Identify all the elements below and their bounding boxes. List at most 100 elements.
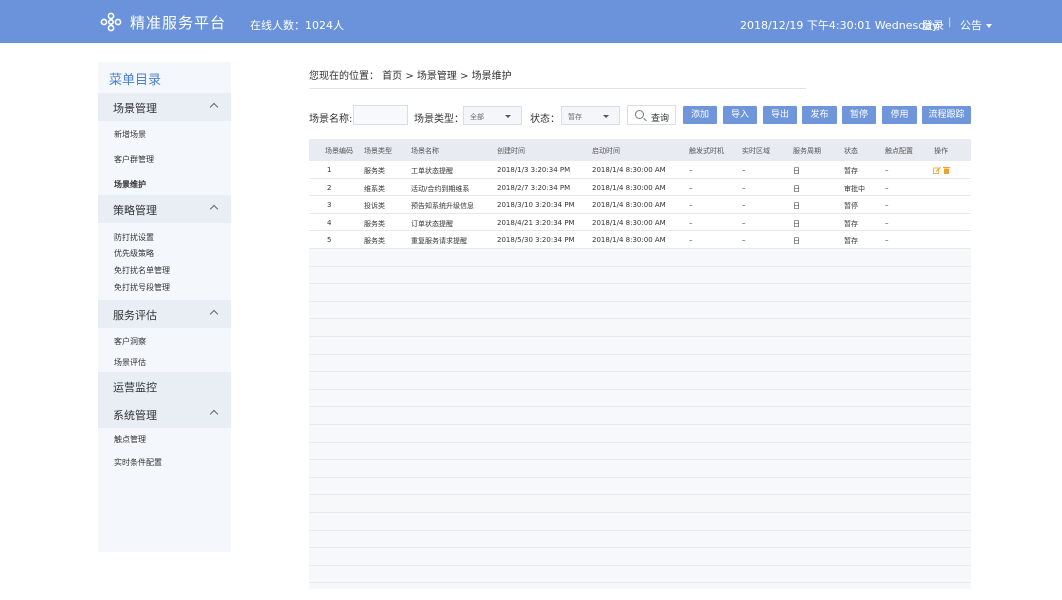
table-cell: 服务类 (364, 167, 385, 175)
table-cell: – (885, 236, 889, 245)
table-cell: 4 (327, 218, 332, 227)
chevron-up-icon[interactable] (209, 309, 219, 319)
sidebar-group-evaluation[interactable]: 服务评估 (98, 300, 231, 328)
sidebar-item-scene-maintain[interactable]: 场景维护 (114, 179, 146, 190)
sidebar-item-customer-group[interactable]: 客户群管理 (114, 154, 154, 165)
table-row[interactable]: 3 投诉类 预告知系统升级信息 2018/3/10 3:20:34 PM 2018/1/… (309, 196, 971, 214)
table-row (309, 390, 971, 408)
table-cell: 2018/1/4 8:30:00 AM (592, 183, 666, 192)
chevron-up-icon[interactable] (209, 409, 219, 419)
pause-button[interactable]: 暂停 (842, 106, 876, 124)
sidebar-item-dnd-range[interactable]: 免打扰号段管理 (114, 282, 170, 293)
status-value: 暂存 (568, 113, 582, 121)
import-button[interactable]: 导入 (723, 106, 757, 124)
sidebar-group-label: 策略管理 (113, 204, 157, 217)
table-cell: 活动/合约到期维系 (411, 184, 470, 193)
table-cell: 日 (793, 237, 800, 246)
scene-type-select[interactable]: 全部 (463, 106, 522, 125)
sidebar-menu: 菜单目录 场景管理 新增场景 客户群管理 场景维护 策略管理 防打扰设置 优先级… (98, 62, 231, 552)
table-row[interactable]: 2 维系类 活动/合约到期维系 2018/2/7 3:20:34 PM 2018/1/4… (309, 178, 971, 197)
table-cell: 2018/2/7 3:20:34 PM (497, 183, 571, 192)
table-cell: 暂停 (844, 202, 858, 211)
table-cell: 2 (327, 183, 332, 192)
export-button[interactable]: 导出 (763, 106, 797, 124)
notice-label: 公告 (960, 19, 982, 32)
app-title: 精准服务平台 (130, 14, 227, 32)
dropdown-arrow-icon (505, 115, 511, 118)
sidebar-item-anti-disturb[interactable]: 防打扰设置 (114, 232, 154, 243)
search-icon (635, 110, 644, 119)
delete-icon[interactable] (943, 166, 950, 174)
column-header: 场景类型 (364, 147, 392, 155)
sidebar-group-strategy[interactable]: 策略管理 (98, 195, 231, 223)
table-cell: 审批中 (844, 184, 865, 193)
chevron-up-icon[interactable] (209, 204, 219, 214)
sidebar-item-priority[interactable]: 优先级策略 (114, 248, 154, 259)
top-header: 精准服务平台 在线人数：1024人 2018/12/19 下午4:30:01 W… (0, 0, 1062, 43)
table-cell: 服务类 (364, 219, 385, 228)
sidebar-item-new-scene[interactable]: 新增场景 (114, 129, 146, 140)
sidebar-group-label: 场景管理 (113, 102, 157, 115)
table-row (309, 460, 971, 478)
flow-trace-button[interactable]: 流程跟踪 (922, 106, 971, 124)
sidebar-group-scene[interactable]: 场景管理 (98, 93, 231, 121)
table-cell: 维系类 (364, 184, 385, 193)
notice-dropdown[interactable]: 公告 (960, 17, 992, 33)
table-cell: 投诉类 (364, 202, 385, 211)
table-row (309, 337, 971, 355)
column-header: 创建时间 (497, 147, 525, 155)
table-cell: 5 (327, 236, 332, 245)
table-cell: 日 (793, 202, 800, 211)
column-header: 场景编码 (325, 147, 353, 155)
table-cell: 重复服务请求提醒 (411, 237, 467, 246)
table-cell: 3 (327, 201, 332, 210)
table-cell: 2018/1/4 8:30:00 AM (592, 201, 666, 210)
edit-icon[interactable] (933, 167, 941, 174)
table-cell: – (742, 218, 746, 227)
table-cell: – (689, 218, 693, 227)
table-row[interactable]: 5 服务类 重复服务请求提醒 2018/5/30 3:20:34 PM 2018/1/4… (309, 231, 971, 249)
table-cell: 2018/1/4 8:30:00 AM (592, 236, 666, 245)
query-button[interactable]: 查询 (627, 105, 676, 125)
table-row (309, 566, 971, 584)
login-link[interactable]: 登录 (922, 17, 944, 33)
scene-name-input[interactable] (353, 105, 408, 125)
disable-button[interactable]: 停用 (882, 106, 917, 124)
sidebar-item-insight[interactable]: 客户洞察 (114, 336, 146, 347)
status-select[interactable]: 暂存 (561, 106, 620, 125)
table-cell: – (885, 166, 889, 174)
sidebar-item-touchpoint[interactable]: 触点管理 (114, 434, 146, 445)
table-cell: 日 (793, 167, 800, 175)
table-cell: 2018/1/3 3:20:34 PM (497, 166, 571, 174)
sidebar-group-label: 运营监控 (113, 381, 157, 394)
sidebar-group-monitor[interactable]: 运营监控 (98, 372, 231, 400)
table-row (309, 425, 971, 443)
column-header: 实时区域 (742, 147, 770, 155)
sidebar-item-scene-eval[interactable]: 场景评估 (114, 357, 146, 368)
table-cell: 暂存 (844, 167, 858, 175)
chevron-up-icon[interactable] (209, 102, 219, 112)
table-cell: 日 (793, 219, 800, 228)
column-header: 操作 (934, 147, 948, 155)
table-cell: 2018/1/4 8:30:00 AM (592, 218, 666, 227)
table-cell: – (689, 166, 693, 174)
publish-button[interactable]: 发布 (802, 106, 837, 124)
scene-name-label: 场景名称: (309, 114, 353, 125)
table-cell: – (885, 201, 889, 210)
sidebar-item-realtime-config[interactable]: 实时条件配置 (114, 457, 162, 468)
sidebar-group-system[interactable]: 系统管理 (98, 400, 231, 428)
sidebar-item-dnd-list[interactable]: 免打扰名单管理 (114, 265, 170, 276)
table-row[interactable]: 4 服务类 订单状态提醒 2018/4/21 3:20:34 PM 2018/1/4 8… (309, 213, 971, 232)
add-button[interactable]: 添加 (683, 106, 717, 124)
table-cell: 日 (793, 184, 800, 193)
table-cell: 2018/1/4 8:30:00 AM (592, 166, 666, 174)
table-cell: 暂存 (844, 237, 858, 246)
column-header: 场景名称 (411, 147, 439, 155)
column-header: 服务周期 (793, 147, 821, 155)
table-cell: 1 (327, 166, 332, 174)
sidebar-group-label: 服务评估 (113, 309, 157, 322)
current-datetime: 2018/12/19 下午4:30:01 Wednesday (740, 19, 939, 32)
table-cell: – (742, 236, 746, 245)
table-row[interactable]: 1 服务类 工单状态提醒 2018/1/3 3:20:34 PM 2018/1/4 8:… (309, 161, 971, 179)
scene-type-value: 全部 (470, 113, 484, 121)
